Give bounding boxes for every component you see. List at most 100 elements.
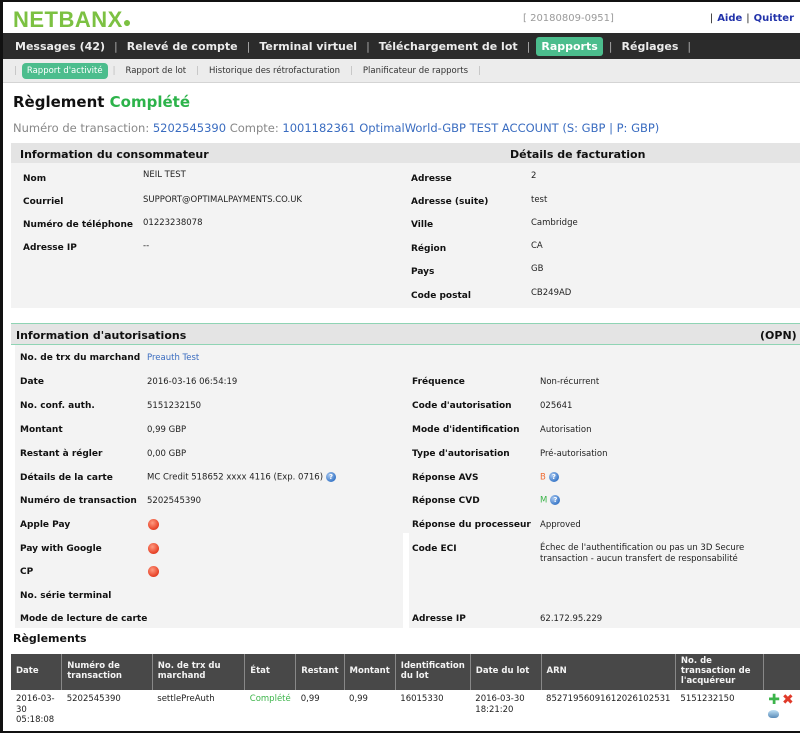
divider: | xyxy=(687,39,692,53)
cell-status: Complété xyxy=(249,694,291,704)
billing-label-postal: Code postal xyxy=(411,291,471,301)
help-icon[interactable]: ? xyxy=(548,472,559,482)
subnav-batch-report[interactable]: Rapport de lot xyxy=(120,63,191,79)
auth-value-txn-number: 5202545390 xyxy=(147,496,202,506)
nav-virtual-terminal[interactable]: Terminal virtuel xyxy=(256,38,360,55)
help-link[interactable]: Aide xyxy=(717,13,742,24)
auth-label-amount: Montant xyxy=(20,425,63,435)
divider: | xyxy=(196,65,200,76)
consumer-label-ip: Adresse IP xyxy=(23,243,77,253)
settlements-heading: Règlements xyxy=(13,632,87,645)
consumer-value-ip: -- xyxy=(143,241,150,251)
col-remaining[interactable]: Restant xyxy=(295,654,345,690)
top-header: NETBANX● [ 20180809-0951] | Aide | Quitter xyxy=(3,2,800,32)
auth-tag: (OPN) xyxy=(760,329,797,342)
billing-label-city: Ville xyxy=(411,220,434,230)
cell-txn: 5202545390 xyxy=(66,694,121,704)
col-acquirer-txn[interactable]: No. de transaction de l'acquéreur xyxy=(675,654,764,690)
nav-reports[interactable]: Rapports xyxy=(536,36,603,56)
sub-nav: | Rapport d'activité | Rapport de lot | Hi… xyxy=(3,59,800,83)
col-batch-date[interactable]: Date du lot xyxy=(470,654,542,690)
col-txn[interactable]: Numéro de transaction xyxy=(61,654,153,690)
top-links: | Aide | Quitter xyxy=(706,13,794,24)
transaction-summary: Numéro de transaction: 5202545390 Compte… xyxy=(13,121,659,135)
divider: | xyxy=(350,65,353,76)
settlements-table: Date Numéro de transaction No. de trx du… xyxy=(11,654,800,730)
divider: | xyxy=(114,39,118,53)
cell-merchant-txn: settlePreAuth xyxy=(157,694,215,704)
page-title: Règlement Complété xyxy=(13,93,190,111)
auth-label-cp: CP xyxy=(20,567,34,577)
auth-value-remaining: 0,00 GBP xyxy=(147,449,187,459)
auth-value-auth-type: Pré-autorisation xyxy=(540,449,608,459)
divider: | xyxy=(112,65,116,76)
divider: | xyxy=(246,39,251,53)
cell-remaining: 0,99 xyxy=(300,694,320,704)
cell-arn: 85271956091612026102531 xyxy=(546,694,671,704)
auth-label-auth-code: Code d'autorisation xyxy=(412,401,512,411)
consumer-label-email: Courriel xyxy=(23,197,64,207)
col-date[interactable]: Date xyxy=(11,654,63,690)
col-merchant-txn[interactable]: No. de trx du marchand xyxy=(152,654,246,690)
billing-value-country: GB xyxy=(531,264,544,274)
auth-label-google-pay: Pay with Google xyxy=(20,544,102,554)
help-icon[interactable]: ? xyxy=(550,495,561,505)
col-batch-id[interactable]: Identification du lot xyxy=(395,654,471,690)
auth-value-merchant-trx[interactable]: Preauth Test xyxy=(147,353,199,363)
billing-value-city: Cambridge xyxy=(531,218,578,228)
auth-label-auth-conf: No. conf. auth. xyxy=(20,401,95,411)
build-version: [ 20180809-0951] xyxy=(523,13,614,24)
billing-value-postal: CB249AD xyxy=(531,288,572,298)
auth-label-card-details: Détails de la carte xyxy=(20,473,113,483)
auth-value-frequency: Non-récurrent xyxy=(540,377,600,387)
card-details-text: MC Credit 518652 xxxx 4116 (Exp. 0716) xyxy=(147,472,324,483)
col-arn[interactable]: ARN xyxy=(541,654,676,690)
auth-label-remaining: Restant à régler xyxy=(20,449,103,459)
add-icon[interactable]: ✚ xyxy=(768,693,780,707)
divider: | xyxy=(366,39,370,53)
divider: | xyxy=(746,13,750,24)
auth-label-merchant-trx: No. de trx du marchand xyxy=(20,353,141,363)
table-row: 2016-03-30 05:18:08 5202545390 settlePre… xyxy=(11,690,800,730)
auth-value-eci: Échec de l'authentification ou pas un 3D… xyxy=(540,543,745,565)
consumer-value-email: SUPPORT@OPTIMALPAYMENTS.CO.UK xyxy=(143,195,302,205)
col-status[interactable]: État xyxy=(244,654,297,690)
logo-dot: ● xyxy=(122,14,132,30)
help-icon[interactable]: ? xyxy=(326,472,337,482)
title-status: Complété xyxy=(109,93,191,111)
nav-messages[interactable]: Messages (42) xyxy=(12,38,108,55)
col-actions xyxy=(763,654,800,690)
col-amount[interactable]: Montant xyxy=(344,654,396,690)
subnav-activity-report[interactable]: Rapport d'activité xyxy=(21,62,108,79)
auth-label-avs: Réponse AVS xyxy=(412,473,479,483)
nav-account-statement[interactable]: Relevé de compte xyxy=(124,38,241,55)
account-label: Compte: xyxy=(229,121,279,135)
consumer-label-name: Nom xyxy=(23,174,47,184)
main-nav: Messages (42) | Relevé de compte | Termina… xyxy=(3,33,800,59)
auth-value-auth-code: 025641 xyxy=(540,401,573,411)
billing-value-address2: test xyxy=(531,195,548,205)
auth-value-amount: 0,99 GBP xyxy=(147,425,187,435)
table-header-row: Date Numéro de transaction No. de trx du… xyxy=(11,654,800,690)
subnav-chargeback-history[interactable]: Historique des rétrofacturation xyxy=(204,63,345,79)
billing-value-region: CA xyxy=(531,241,543,251)
billing-heading: Détails de facturation xyxy=(510,148,646,161)
cvd-code: M xyxy=(540,495,548,506)
auth-value-date: 2016-03-16 06:54:19 xyxy=(147,377,238,387)
auth-label-terminal-serial: No. série terminal xyxy=(20,591,112,601)
auth-value-cvd: M? xyxy=(540,495,561,506)
nav-batch-upload[interactable]: Téléchargement de lot xyxy=(376,38,521,55)
billing-label-country: Pays xyxy=(411,267,435,277)
consumer-heading: Information du consommateur xyxy=(20,148,209,161)
cp-status-icon xyxy=(148,566,159,577)
auth-value-card-details: MC Credit 518652 xxxx 4116 (Exp. 0716)? xyxy=(147,472,337,483)
divider: | xyxy=(608,39,613,53)
cancel-icon[interactable]: ✖ xyxy=(782,693,794,707)
details-icon[interactable] xyxy=(768,709,780,718)
auth-left-panel xyxy=(15,345,403,628)
auth-label-auth-type: Type d'autorisation xyxy=(412,449,510,459)
logout-link[interactable]: Quitter xyxy=(754,13,794,24)
netbanx-logo[interactable]: NETBANX● xyxy=(13,7,132,33)
subnav-report-scheduler[interactable]: Planificateur de rapports xyxy=(358,63,473,79)
nav-settings[interactable]: Réglages xyxy=(619,38,682,55)
